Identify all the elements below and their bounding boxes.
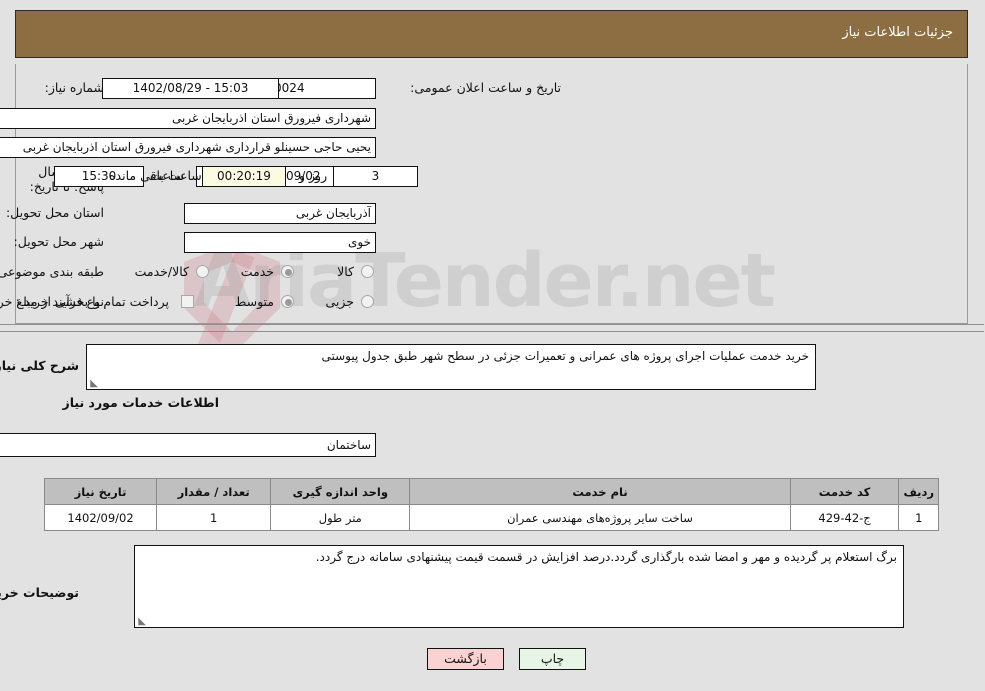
- col-header-name: نام خدمت: [410, 478, 792, 505]
- section-divider-top: [0, 324, 985, 325]
- need-summary-textarea[interactable]: خرید خدمت عملیات اجرای پروژه های عمرانی …: [87, 344, 817, 390]
- resize-grip-icon-notes[interactable]: ◣: [138, 617, 147, 627]
- resize-grip-icon[interactable]: ◣: [90, 379, 99, 389]
- print-button[interactable]: چاپ: [520, 648, 587, 670]
- col-header-date: تاریخ نیاز: [44, 478, 159, 505]
- cell-name: ساخت سایر پروژه‌های مهندسی عمران: [410, 504, 792, 531]
- request-creator-value: یحیی حاجی حسینلو قرارداری شهرداری فیرورق…: [0, 137, 377, 158]
- cell-row: 1: [899, 504, 940, 531]
- buyer-notes-text: برگ استعلام پر گردیده و مهر و امضا شده ب…: [316, 550, 898, 564]
- announce-datetime-label: تاریخ و ساعت اعلان عمومی:: [411, 80, 562, 95]
- delivery-province-value: آذربایجان غربی: [185, 203, 377, 224]
- cell-date: 1402/09/02: [44, 504, 159, 531]
- services-table: ردیف کد خدمت نام خدمت واحد اندازه گیری ت…: [44, 478, 940, 531]
- radio-category-goods-label: کالا: [338, 264, 355, 279]
- radio-category-goods-service[interactable]: [197, 265, 210, 278]
- service-group-value: ساختمان: [0, 433, 377, 457]
- days-unit-label: روز و: [300, 168, 329, 183]
- radio-process-medium-label: متوسط: [235, 294, 275, 309]
- table-header-row: ردیف کد خدمت نام خدمت واحد اندازه گیری ت…: [44, 478, 940, 505]
- delivery-city-value: خوی: [185, 232, 377, 253]
- page-title: جزئیات اطلاعات نیاز: [843, 25, 954, 40]
- cell-qty: 1: [157, 504, 273, 531]
- need-number-label: شماره نیاز:: [45, 80, 105, 95]
- radio-category-service[interactable]: [282, 265, 295, 278]
- col-header-row: ردیف: [899, 478, 940, 505]
- cell-unit: متر طول: [271, 504, 412, 531]
- countdown-timer: 00:20:19: [203, 166, 287, 187]
- col-header-code: کد خدمت: [790, 478, 901, 505]
- services-section-heading: اطلاعات خدمات مورد نیاز: [63, 395, 221, 410]
- cell-code: ج-42-429: [790, 504, 901, 531]
- col-header-unit: واحد اندازه گیری: [271, 478, 412, 505]
- treasury-documents-checkbox[interactable]: [182, 295, 195, 308]
- buyer-org-value: شهرداری فیرورق استان اذربایجان غربی: [0, 108, 377, 129]
- back-button[interactable]: بازگشت: [428, 648, 505, 670]
- delivery-city-label: شهر محل تحویل:: [14, 234, 105, 249]
- subject-category-label: طبقه بندی موضوعی:: [0, 264, 105, 279]
- need-info-panel: [16, 64, 969, 324]
- radio-process-medium[interactable]: [282, 295, 295, 308]
- col-header-qty: تعداد / مقدار: [157, 478, 273, 505]
- countdown-suffix-label: ساعت باقی مانده: [110, 168, 203, 183]
- days-remaining-value: 3: [334, 166, 419, 187]
- announce-datetime-value: 15:03 - 1402/08/29: [103, 78, 280, 99]
- buyer-notes-label: توضیحات خریدار:: [0, 585, 80, 600]
- delivery-province-label: استان محل تحویل:: [6, 205, 105, 220]
- page-root: AriaTender.net جزئیات اطلاعات نیاز شماره…: [0, 0, 985, 691]
- radio-category-goods[interactable]: [362, 265, 375, 278]
- need-summary-label: شرح کلی نیاز:: [0, 358, 80, 373]
- buyer-notes-textarea[interactable]: برگ استعلام پر گردیده و مهر و امضا شده ب…: [135, 545, 905, 628]
- radio-category-service-label: خدمت: [241, 264, 275, 279]
- radio-process-minor[interactable]: [362, 295, 375, 308]
- treasury-documents-note: پرداخت تمام یا بخشی از مبلغ خرید،از محل …: [0, 294, 170, 309]
- page-header-bar: جزئیات اطلاعات نیاز: [16, 10, 969, 58]
- section-divider-bottom: [0, 331, 985, 332]
- table-row: 1 ج-42-429 ساخت سایر پروژه‌های مهندسی عم…: [44, 504, 940, 531]
- need-summary-text: خرید خدمت عملیات اجرای پروژه های عمرانی …: [322, 349, 810, 363]
- radio-category-goods-service-label: کالا/خدمت: [135, 264, 190, 279]
- radio-process-minor-label: جزیی: [326, 294, 355, 309]
